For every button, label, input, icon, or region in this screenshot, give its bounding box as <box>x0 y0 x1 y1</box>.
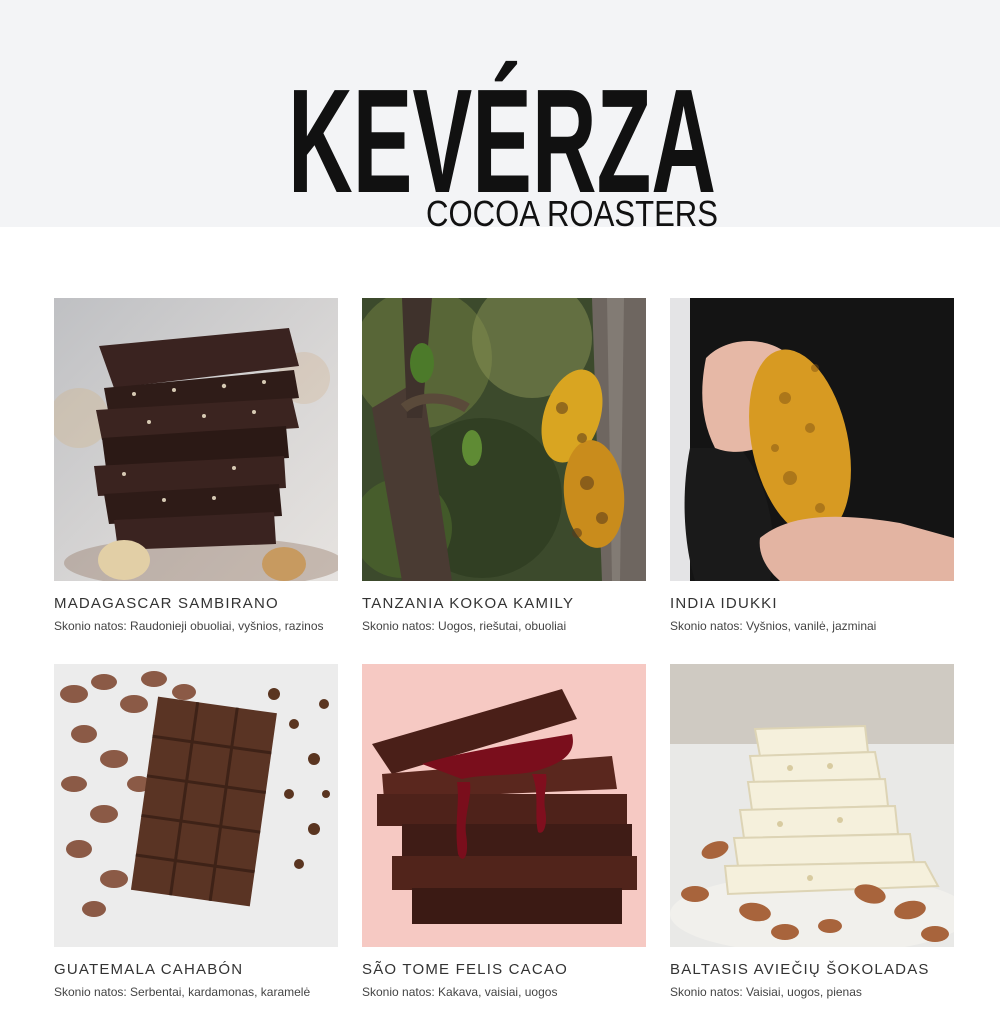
chocolate-bar-cocoa-beans-photo[interactable] <box>54 664 338 947</box>
cacao-pods-tree-photo[interactable] <box>362 298 646 581</box>
product-title[interactable]: INDIA IDUKKI <box>670 595 954 613</box>
product-notes: Skonio natos: Kakava, vaisiai, uogos <box>362 985 558 999</box>
hands-holding-cacao-pod-photo[interactable] <box>670 298 954 581</box>
product-card[interactable]: BALTASIS AVIEČIŲ ŠOKOLADAS Skonio natos:… <box>670 664 954 1030</box>
product-notes: Skonio natos: Raudonieji obuoliai, vyšni… <box>54 619 324 633</box>
product-notes: Skonio natos: Vyšnios, vanilė, jazminai <box>670 619 877 633</box>
dark-chocolate-stack-photo[interactable] <box>54 298 338 581</box>
product-notes: Skonio natos: Uogos, riešutai, obuoliai <box>362 619 567 633</box>
product-card[interactable]: TANZANIA KOKOA KAMILY Skonio natos: Uogo… <box>362 298 646 664</box>
product-card[interactable]: INDIA IDUKKI Skonio natos: Vyšnios, vani… <box>670 298 954 664</box>
product-card[interactable]: GUATEMALA CAHABÓN Skonio natos: Serbenta… <box>54 664 338 1030</box>
chocolate-stack-raspberry-photo[interactable] <box>362 664 646 947</box>
product-card[interactable]: MADAGASCAR SAMBIRANO Skonio natos: Raudo… <box>54 298 338 664</box>
product-title[interactable]: SÃO TOME FELIS CACAO <box>362 961 646 979</box>
product-title[interactable]: GUATEMALA CAHABÓN <box>54 961 338 979</box>
product-title[interactable]: MADAGASCAR SAMBIRANO <box>54 595 338 613</box>
brand-logo[interactable]: KEVÉRZA COCOA ROASTERS <box>0 0 1000 240</box>
product-notes: Skonio natos: Vaisiai, uogos, pienas <box>670 985 862 999</box>
product-grid: MADAGASCAR SAMBIRANO Skonio natos: Raudo… <box>54 298 954 1030</box>
white-chocolate-almonds-photo[interactable] <box>670 664 954 947</box>
product-card[interactable]: SÃO TOME FELIS CACAO Skonio natos: Kakav… <box>362 664 646 1030</box>
product-title[interactable]: BALTASIS AVIEČIŲ ŠOKOLADAS <box>670 961 954 979</box>
brand-tagline: COCOA ROASTERS <box>426 193 718 234</box>
product-notes: Skonio natos: Serbentai, kardamonas, kar… <box>54 985 311 999</box>
product-title[interactable]: TANZANIA KOKOA KAMILY <box>362 595 646 613</box>
